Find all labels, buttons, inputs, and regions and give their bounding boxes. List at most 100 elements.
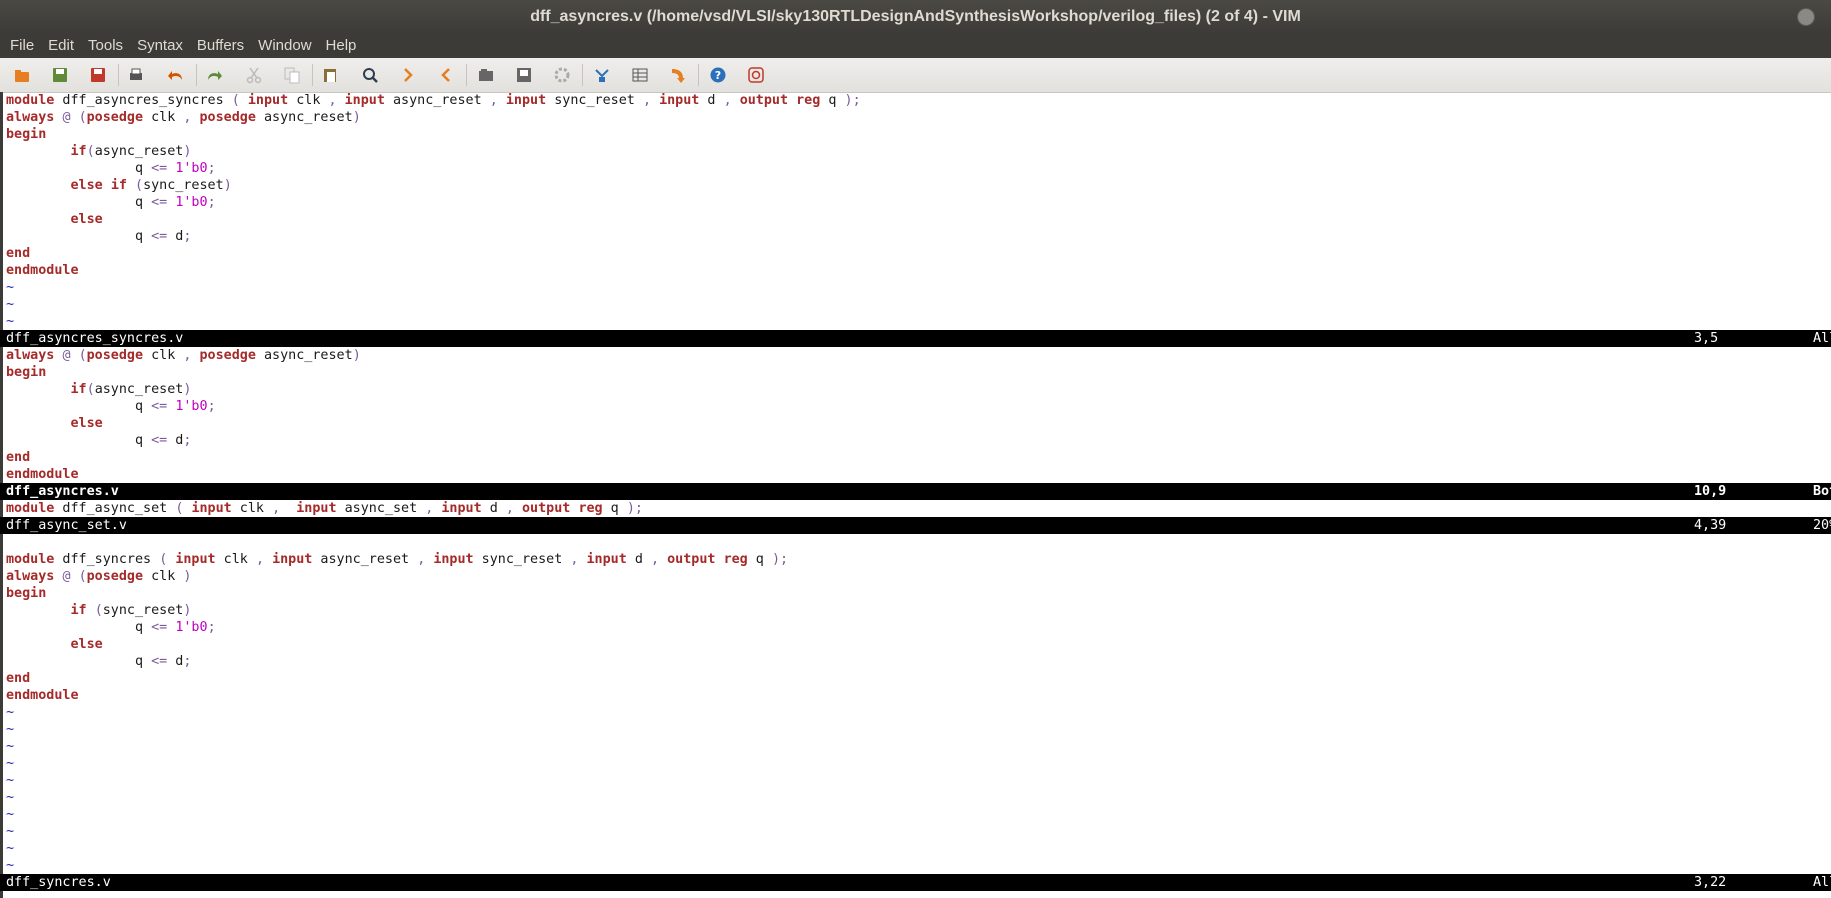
toolbar-separator [312, 64, 313, 86]
code-line[interactable]: q <= d; [0, 653, 1831, 670]
empty-line-marker: ~ [6, 773, 15, 788]
save-session-icon[interactable] [514, 65, 534, 85]
menu-tools[interactable]: Tools [81, 34, 130, 58]
status-line-dff-asyncres-syncres[interactable]: dff_asyncres_syncres.v 3,5 All [0, 330, 1831, 347]
code-line[interactable]: else [0, 415, 1831, 432]
code-line[interactable]: end [0, 449, 1831, 466]
split-window-dff-async-set[interactable]: module dff_async_set ( input clk , input… [0, 500, 1831, 517]
status-scroll-percent: Bot [1813, 484, 1831, 499]
code-line[interactable]: else [0, 211, 1831, 228]
split-window-dff-asyncres[interactable]: always @ (posedge clk , posedge async_re… [0, 347, 1831, 483]
toolbar-separator [118, 64, 119, 86]
menu-window[interactable]: Window [251, 34, 318, 58]
status-file-name: dff_async_set.v [6, 518, 127, 533]
editor-area[interactable]: module dff_asyncres_syncres ( input clk … [0, 92, 1831, 898]
make-icon[interactable] [592, 65, 612, 85]
copy-icon[interactable] [282, 65, 302, 85]
toolbar-separator [196, 64, 197, 86]
toolbar-separator [582, 64, 583, 86]
empty-line-marker: ~ [6, 722, 15, 737]
open-icon[interactable] [12, 65, 32, 85]
code-line[interactable] [0, 534, 1831, 551]
redo-icon[interactable] [204, 65, 224, 85]
status-scroll-percent: All [1813, 875, 1831, 890]
code-line[interactable]: module dff_asyncres_syncres ( input clk … [0, 92, 1831, 109]
empty-line-marker: ~ [6, 705, 15, 720]
title-bar: dff_asyncres.v (/home/vsd/VLSI/sky130RTL… [0, 0, 1831, 34]
load-session-icon[interactable] [476, 65, 496, 85]
jump-tag-icon[interactable] [668, 65, 688, 85]
code-line[interactable]: always @ (posedge clk , posedge async_re… [0, 347, 1831, 364]
toolbar-separator [466, 64, 467, 86]
save-icon[interactable] [50, 65, 70, 85]
code-line[interactable]: q <= d; [0, 228, 1831, 245]
code-line[interactable]: endmodule [0, 262, 1831, 279]
code-line[interactable]: end [0, 670, 1831, 687]
menu-file[interactable]: File [0, 34, 41, 58]
code-line[interactable]: module dff_syncres ( input clk , input a… [0, 551, 1831, 568]
status-line-dff-async-set[interactable]: dff_async_set.v 4,39 20% [0, 517, 1831, 534]
menu-bar: File Edit Tools Syntax Buffers Window Help [0, 34, 1831, 58]
empty-line-marker: ~ [6, 739, 15, 754]
empty-line-marker: ~ [6, 280, 15, 295]
code-line[interactable]: end [0, 245, 1831, 262]
code-line[interactable]: else if (sync_reset) [0, 177, 1831, 194]
window-title: dff_asyncres.v (/home/vsd/VLSI/sky130RTL… [530, 8, 1301, 25]
status-line-dff-asyncres[interactable]: dff_asyncres.v 10,9 Bot [0, 483, 1831, 500]
empty-line-marker: ~ [6, 824, 15, 839]
code-line[interactable]: q <= 1'b0; [0, 160, 1831, 177]
code-line[interactable]: endmodule [0, 466, 1831, 483]
find-replace-icon[interactable] [360, 65, 380, 85]
menu-syntax[interactable]: Syntax [130, 34, 190, 58]
toolbar: ? [0, 58, 1831, 93]
build-tags-icon[interactable] [630, 65, 650, 85]
status-scroll-percent: 20% [1813, 518, 1831, 533]
find-help-icon[interactable] [746, 65, 766, 85]
code-line[interactable]: endmodule [0, 687, 1831, 704]
empty-line-marker: ~ [6, 756, 15, 771]
undo-icon[interactable] [166, 65, 186, 85]
code-line[interactable]: q <= 1'b0; [0, 398, 1831, 415]
menu-help[interactable]: Help [319, 34, 364, 58]
split-window-dff-syncres[interactable]: module dff_syncres ( input clk , input a… [0, 534, 1831, 874]
code-line[interactable]: else [0, 636, 1831, 653]
code-line[interactable]: always @ (posedge clk , posedge async_re… [0, 109, 1831, 126]
status-cursor-position: 10,9 [1694, 484, 1727, 499]
code-line[interactable]: if(async_reset) [0, 381, 1831, 398]
print-icon[interactable] [126, 65, 146, 85]
status-file-name: dff_syncres.v [6, 875, 111, 890]
code-line[interactable]: q <= 1'b0; [0, 194, 1831, 211]
empty-line-marker: ~ [6, 790, 15, 805]
status-cursor-position: 3,5 [1694, 331, 1719, 346]
code-line[interactable]: if(async_reset) [0, 143, 1831, 160]
split-window-dff-asyncres-syncres[interactable]: module dff_asyncres_syncres ( input clk … [0, 92, 1831, 330]
status-scroll-percent: All [1813, 331, 1831, 346]
find-prev-icon[interactable] [436, 65, 456, 85]
menu-buffers[interactable]: Buffers [190, 34, 251, 58]
code-line[interactable]: q <= d; [0, 432, 1831, 449]
status-cursor-position: 4,39 [1694, 518, 1727, 533]
cut-icon[interactable] [244, 65, 264, 85]
code-line[interactable]: begin [0, 126, 1831, 143]
empty-line-marker: ~ [6, 314, 15, 329]
empty-line-marker: ~ [6, 807, 15, 822]
code-line[interactable]: always @ (posedge clk ) [0, 568, 1831, 585]
code-line[interactable]: module dff_async_set ( input clk , input… [0, 500, 1831, 517]
help-icon[interactable]: ? [708, 65, 728, 85]
empty-line-marker: ~ [6, 841, 15, 856]
menu-edit[interactable]: Edit [41, 34, 81, 58]
run-script-icon[interactable] [552, 65, 572, 85]
code-line[interactable]: begin [0, 585, 1831, 602]
empty-line-marker: ~ [6, 858, 15, 873]
paste-icon[interactable] [320, 65, 340, 85]
code-line[interactable]: if (sync_reset) [0, 602, 1831, 619]
window-close-button[interactable] [1797, 8, 1815, 26]
toolbar-separator [698, 64, 699, 86]
status-file-name: dff_asyncres.v [6, 484, 119, 499]
code-line[interactable]: begin [0, 364, 1831, 381]
save-all-icon[interactable] [88, 65, 108, 85]
code-line[interactable]: q <= 1'b0; [0, 619, 1831, 636]
status-file-name: dff_asyncres_syncres.v [6, 331, 184, 346]
find-next-icon[interactable] [398, 65, 418, 85]
status-line-dff-syncres[interactable]: dff_syncres.v 3,22 All [0, 874, 1831, 891]
